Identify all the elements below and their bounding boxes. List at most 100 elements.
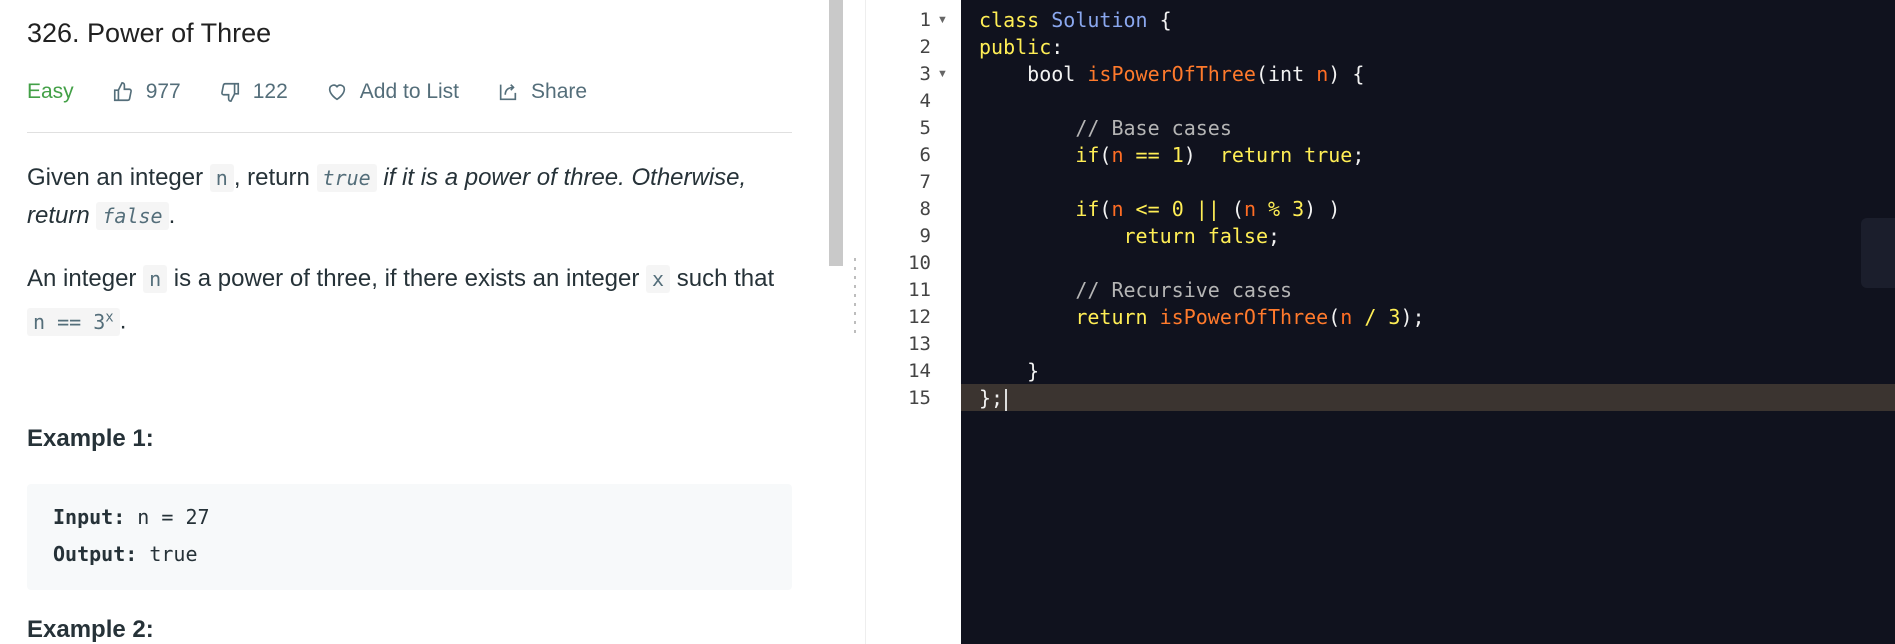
operator: == (1123, 143, 1172, 167)
code-text: ( (1099, 143, 1112, 167)
code-line-14[interactable]: } (979, 358, 1039, 385)
code-text: ) { (1328, 62, 1365, 86)
code-text: n == 3 (33, 309, 106, 334)
text-cursor (1005, 388, 1008, 411)
code-line-15[interactable]: }; (979, 385, 1008, 412)
resize-grip-icon[interactable] (854, 258, 856, 334)
code-line-3[interactable]: bool isPowerOfThree(int n) { (979, 61, 1364, 88)
code-editor[interactable]: class Solution { public: bool isPowerOfT… (961, 0, 1895, 644)
like-button[interactable]: 977 (112, 80, 181, 104)
operator: / (1352, 305, 1389, 329)
add-to-list-button[interactable]: Add to List (326, 80, 459, 104)
number-literal: 0 (1171, 197, 1184, 221)
line-number: 4 (919, 90, 931, 112)
text-run: . (168, 202, 176, 229)
code-text: ; (1352, 143, 1365, 167)
superscript: x (105, 309, 114, 325)
line-number: 6 (919, 144, 931, 166)
code-text: } (1027, 359, 1040, 383)
number-literal: 3 (1388, 305, 1401, 329)
line-number: 5 (919, 117, 931, 139)
code-line-5[interactable]: // Base cases (979, 115, 1232, 142)
inline-code: n (209, 164, 234, 192)
input-label: Input: (53, 505, 126, 529)
example-1-heading: Example 1: (27, 425, 154, 452)
number-literal: 1 (1171, 143, 1184, 167)
description-scrollbar-thumb[interactable] (829, 0, 843, 266)
example-2-heading: Example 2: (27, 616, 154, 643)
difficulty-badge: Easy (27, 80, 74, 103)
code-line-11[interactable]: // Recursive cases (979, 277, 1292, 304)
heart-icon (328, 84, 345, 101)
variable: n (1111, 197, 1124, 221)
variable: n (1340, 305, 1353, 329)
side-panel-tab[interactable] (1861, 218, 1895, 288)
dislike-count: 122 (252, 80, 288, 103)
output-label: Output: (53, 542, 138, 566)
description-paragraph-2: An integer n is a power of three, if the… (27, 260, 792, 341)
code-text: ( (1231, 197, 1244, 221)
code-text: }; (979, 386, 1004, 410)
code-line-8[interactable]: if(n <= 0 || (n % 3) ) (979, 196, 1340, 223)
line-number: 7 (919, 171, 931, 193)
like-count: 977 (145, 80, 181, 103)
thumbs-down-icon (220, 82, 239, 102)
line-number-gutter: 1 ▼ 2 3 ▼ 4 5 6 7 8 9 10 11 12 13 14 15 (866, 0, 961, 644)
code-line-6[interactable]: if(n == 1) return true; (979, 142, 1364, 169)
code-text: ( (1099, 197, 1112, 221)
output-value: true (137, 542, 198, 566)
share-button[interactable]: Share (497, 80, 587, 104)
inline-code: true (316, 164, 377, 192)
line-number: 2 (919, 36, 931, 58)
operator: || (1183, 197, 1232, 221)
variable: n (1316, 62, 1329, 86)
keyword: if (1075, 143, 1100, 167)
code-line-2[interactable]: public: (979, 34, 1063, 61)
share-icon (499, 84, 517, 101)
variable: n (1243, 197, 1256, 221)
text-run: Given an integer (27, 164, 210, 191)
code-text: ) (1183, 143, 1220, 167)
fold-toggle-icon[interactable]: ▼ (937, 7, 948, 34)
line-number: 12 (908, 306, 931, 328)
active-line-highlight (961, 384, 1895, 411)
type-name: bool (1027, 62, 1076, 86)
code-text: ; (1268, 224, 1281, 248)
line-number: 13 (908, 333, 931, 355)
fold-toggle-icon[interactable]: ▼ (937, 61, 948, 88)
input-value: n = 27 (125, 505, 210, 529)
number-literal: 3 (1292, 197, 1305, 221)
code-line-9[interactable]: return false; (979, 223, 1281, 250)
line-number: 9 (919, 225, 931, 247)
add-to-list-label: Add to List (359, 80, 460, 103)
share-label: Share (531, 80, 588, 103)
code-line-1[interactable]: class Solution { (979, 7, 1172, 34)
dislike-button[interactable]: 122 (219, 80, 288, 104)
class-name: Solution (1051, 8, 1148, 32)
thumbs-up-icon (113, 82, 132, 102)
description-panel: 326. Power of Three Easy 977 122 Add to … (0, 0, 829, 644)
inline-code: false (96, 202, 169, 230)
text-run: is a power of three, if there exists an … (167, 265, 647, 292)
code-line-12[interactable]: return isPowerOfThree(n / 3); (979, 304, 1424, 331)
inline-code: n == 3x (27, 307, 120, 336)
keyword: if (1075, 197, 1100, 221)
text-run: , return (233, 164, 317, 191)
line-number: 1 (919, 9, 931, 31)
code-text: : (1051, 35, 1064, 59)
example-output-line: Output: true (53, 542, 198, 566)
variable: n (1111, 143, 1124, 167)
problem-meta-bar: Easy 977 122 Add to List Share (27, 76, 625, 108)
line-number: 15 (908, 387, 931, 409)
keyword: public (979, 35, 1052, 59)
divider-line (27, 132, 792, 133)
example-1-block: Input: n = 27 Output: true (27, 484, 792, 590)
